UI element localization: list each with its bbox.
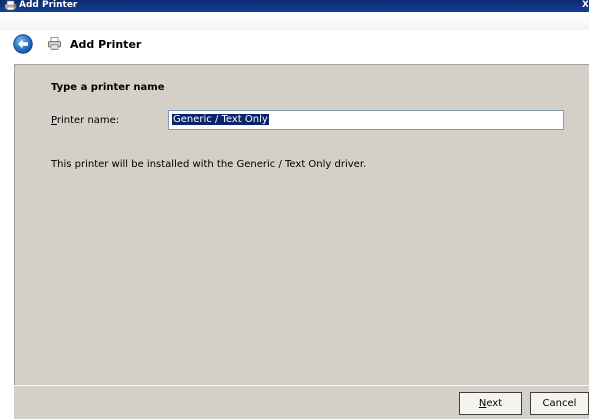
back-arrow-icon[interactable] bbox=[13, 34, 33, 54]
title-bar-divider bbox=[0, 12, 589, 30]
next-label: ext bbox=[486, 398, 503, 409]
printer-add-icon bbox=[4, 0, 17, 11]
title-bar[interactable]: Add Printer X bbox=[0, 0, 589, 30]
page-title: Add Printer bbox=[70, 38, 142, 51]
cancel-button[interactable]: Cancel bbox=[530, 392, 589, 415]
printer-name-label: Printer name: bbox=[51, 114, 119, 127]
printer-icon bbox=[48, 37, 61, 50]
printer-name-value: Generic / Text Only bbox=[172, 114, 269, 125]
title-bar-strip bbox=[0, 0, 589, 12]
printer-name-input[interactable]: Generic / Text Only bbox=[168, 110, 564, 130]
section-heading: Type a printer name bbox=[51, 82, 165, 93]
window-title: Add Printer bbox=[19, 0, 78, 10]
close-icon[interactable]: X bbox=[582, 0, 588, 11]
next-button[interactable]: Next bbox=[459, 392, 522, 415]
driver-info-text: This printer will be installed with the … bbox=[51, 159, 367, 170]
add-printer-window: Add Printer X Add Printer Type a printer… bbox=[0, 0, 589, 419]
printer-name-label-text: rinter name: bbox=[56, 115, 120, 126]
